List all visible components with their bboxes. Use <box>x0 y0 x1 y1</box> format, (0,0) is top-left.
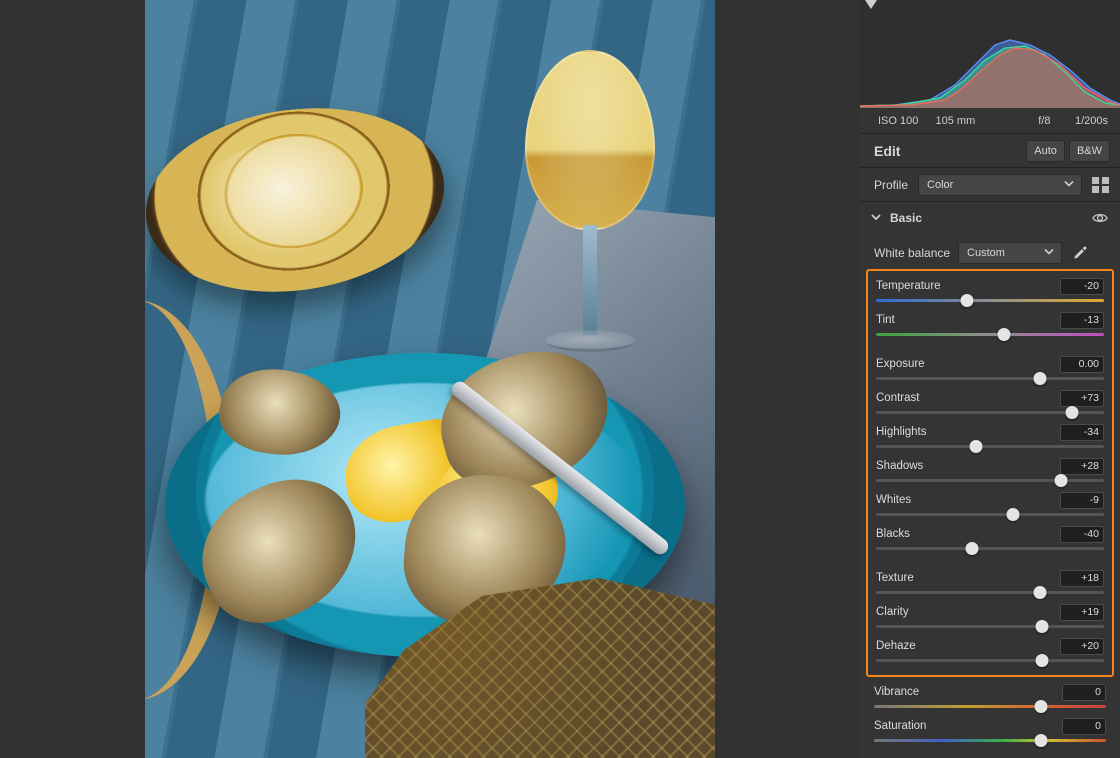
slider-thumb[interactable] <box>961 294 974 307</box>
profile-label: Profile <box>874 178 908 192</box>
visibility-toggle-icon[interactable] <box>1092 210 1108 226</box>
chevron-down-icon <box>1043 246 1055 261</box>
slider-thumb[interactable] <box>1034 372 1047 385</box>
preview-image[interactable] <box>145 0 715 758</box>
exposure-value[interactable]: 0.00 <box>1060 356 1104 373</box>
slider-thumb[interactable] <box>1006 508 1019 521</box>
chevron-down-icon <box>1063 177 1075 192</box>
wb-label: White balance <box>874 246 950 260</box>
saturation-slider[interactable]: Saturation0 <box>860 715 1120 749</box>
histogram[interactable] <box>860 0 1120 108</box>
shadows-value[interactable]: +28 <box>1060 458 1104 475</box>
temperature-slider[interactable]: Temperature-20 <box>868 275 1112 309</box>
blacks-value[interactable]: -40 <box>1060 526 1104 543</box>
profile-value: Color <box>927 179 953 191</box>
bw-button[interactable]: B&W <box>1069 140 1110 162</box>
slider-thumb[interactable] <box>1034 586 1047 599</box>
exposure-slider[interactable]: Exposure0.00 <box>868 353 1112 387</box>
temperature-value[interactable]: -20 <box>1060 278 1104 295</box>
texture-slider[interactable]: Texture+18 <box>868 567 1112 601</box>
slider-thumb[interactable] <box>1035 734 1048 747</box>
blacks-slider[interactable]: Blacks-40 <box>868 523 1112 557</box>
slider-thumb[interactable] <box>1054 474 1067 487</box>
chevron-down-icon <box>870 211 882 226</box>
wb-value: Custom <box>967 247 1005 259</box>
tint-value[interactable]: -13 <box>1060 312 1104 329</box>
profile-row: Profile Color <box>860 168 1120 202</box>
clarity-value[interactable]: +19 <box>1060 604 1104 621</box>
contrast-value[interactable]: +73 <box>1060 390 1104 407</box>
exif-aperture: f/8 <box>993 115 1051 127</box>
whites-slider[interactable]: Whites-9 <box>868 489 1112 523</box>
clarity-slider[interactable]: Clarity+19 <box>868 601 1112 635</box>
exif-shutter: 1/200s <box>1051 115 1109 127</box>
basic-title: Basic <box>890 211 1092 225</box>
slider-thumb[interactable] <box>965 542 978 555</box>
slider-thumb[interactable] <box>1036 654 1049 667</box>
wb-eyedropper-icon[interactable] <box>1070 243 1090 263</box>
exif-focal: 105 mm <box>936 115 994 127</box>
tint-slider[interactable]: Tint-13 <box>868 309 1112 343</box>
highlights-slider[interactable]: Highlights-34 <box>868 421 1112 455</box>
dehaze-value[interactable]: +20 <box>1060 638 1104 655</box>
slider-thumb[interactable] <box>970 440 983 453</box>
highlights-value[interactable]: -34 <box>1060 424 1104 441</box>
vibrance-value[interactable]: 0 <box>1062 684 1106 701</box>
exif-row: ISO 100 105 mm f/8 1/200s <box>860 108 1120 134</box>
canvas-area <box>0 0 860 758</box>
exif-iso: ISO 100 <box>878 115 936 127</box>
basic-panel-body: White balance Custom Temperature-20 Tint… <box>860 234 1120 758</box>
edit-header: Edit Auto B&W <box>860 134 1120 168</box>
shadows-slider[interactable]: Shadows+28 <box>868 455 1112 489</box>
wb-select[interactable]: Custom <box>958 242 1062 264</box>
vibrance-slider[interactable]: Vibrance0 <box>860 681 1120 715</box>
profile-select[interactable]: Color <box>918 174 1082 196</box>
profile-browser-icon[interactable] <box>1092 177 1110 193</box>
saturation-value[interactable]: 0 <box>1062 718 1106 735</box>
slider-thumb[interactable] <box>997 328 1010 341</box>
texture-value[interactable]: +18 <box>1060 570 1104 587</box>
contrast-slider[interactable]: Contrast+73 <box>868 387 1112 421</box>
highlighted-adjustments: Temperature-20 Tint-13 Exposure0.00 Cont… <box>866 269 1114 677</box>
dehaze-slider[interactable]: Dehaze+20 <box>868 635 1112 669</box>
slider-thumb[interactable] <box>1035 700 1048 713</box>
white-balance-row: White balance Custom <box>860 238 1120 268</box>
slider-thumb[interactable] <box>1036 620 1049 633</box>
slider-thumb[interactable] <box>1066 406 1079 419</box>
auto-button[interactable]: Auto <box>1026 140 1065 162</box>
whites-value[interactable]: -9 <box>1060 492 1104 509</box>
develop-panel: ISO 100 105 mm f/8 1/200s Edit Auto B&W … <box>860 0 1120 758</box>
edit-title: Edit <box>874 143 1022 159</box>
basic-panel-header[interactable]: Basic <box>860 202 1120 234</box>
